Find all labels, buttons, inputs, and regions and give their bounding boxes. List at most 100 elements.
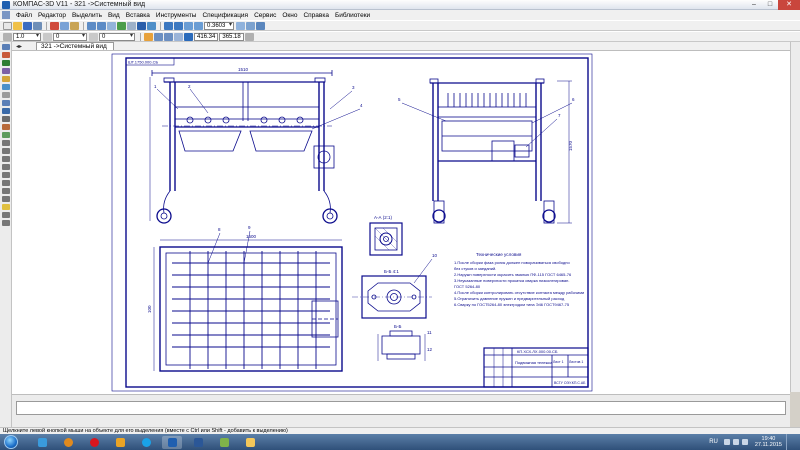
tech-line-7: 5.Ограничить давление пружин и предварит… xyxy=(454,296,565,301)
menu-window[interactable]: Окно xyxy=(279,12,300,19)
tray-flag-icon[interactable] xyxy=(723,439,730,445)
snaps-icon[interactable] xyxy=(174,32,183,41)
ortho-icon[interactable] xyxy=(164,32,173,41)
start-button-icon[interactable] xyxy=(4,435,18,449)
media-player-icon[interactable] xyxy=(58,436,78,449)
word-icon[interactable] xyxy=(188,436,208,449)
view-combo[interactable]: 0 xyxy=(99,32,135,41)
editing-icon[interactable] xyxy=(2,68,10,74)
document-menu-icon[interactable] xyxy=(2,11,10,19)
document-tab-bar: ◂▸ 321 ->Системный вид xyxy=(12,42,790,51)
plan-view xyxy=(153,239,343,372)
save-icon[interactable] xyxy=(23,21,32,30)
show-desktop-button[interactable] xyxy=(786,434,792,450)
callout-4: 4 xyxy=(360,103,363,108)
rectangle-icon[interactable] xyxy=(2,172,10,178)
line-icon[interactable] xyxy=(2,148,10,154)
language-indicator[interactable]: RU xyxy=(709,439,718,445)
outlook-icon[interactable] xyxy=(110,436,130,449)
paste-icon[interactable] xyxy=(70,21,79,30)
tab-document[interactable]: 321 ->Системный вид xyxy=(36,42,114,50)
maximize-icon[interactable]: □ xyxy=(762,0,778,10)
offset-icon[interactable] xyxy=(2,220,10,226)
drawing-sheet[interactable]: ШТ.1750.000.СБ 1510 1570 1500 100 А-А (2… xyxy=(12,51,790,394)
arc-icon[interactable] xyxy=(2,164,10,170)
zoom-previous-icon[interactable] xyxy=(194,21,203,30)
close-icon[interactable]: ✕ xyxy=(778,0,800,10)
zoom-combo[interactable]: 0.3603 xyxy=(204,21,234,30)
cut-icon[interactable] xyxy=(50,21,59,30)
menu-help[interactable]: Справка xyxy=(300,12,332,19)
fillet-icon[interactable] xyxy=(2,212,10,218)
geometry-icon[interactable] xyxy=(2,44,10,50)
menu-specification[interactable]: Спецификация xyxy=(199,12,251,19)
polyline-icon[interactable] xyxy=(2,180,10,186)
variables-icon[interactable] xyxy=(127,21,136,30)
menu-insert[interactable]: Вставка xyxy=(123,12,153,19)
callout-5: 5 xyxy=(398,97,401,102)
parametrization-icon[interactable] xyxy=(2,76,10,82)
associative-views-icon[interactable] xyxy=(2,100,10,106)
clock[interactable]: 19:40 27.11.2015 xyxy=(755,436,782,448)
system-tray: RU 19:40 27.11.2015 xyxy=(709,434,800,450)
point-icon[interactable] xyxy=(2,140,10,146)
explorer-icon[interactable] xyxy=(32,436,52,449)
tab-nav-icon[interactable]: ◂▸ xyxy=(16,43,22,50)
dim-plan-width: 1500 xyxy=(246,234,257,239)
layer-combo[interactable]: 0 xyxy=(53,32,87,41)
reports-icon[interactable] xyxy=(2,116,10,122)
tray-volume-icon[interactable] xyxy=(741,439,748,445)
library-icon[interactable] xyxy=(137,21,146,30)
menu-libraries[interactable]: Библиотеки xyxy=(332,12,373,19)
menu-editor[interactable]: Редактор xyxy=(35,12,69,19)
zoom-window-icon[interactable] xyxy=(184,21,193,30)
coord-y[interactable]: 365.18 xyxy=(219,32,244,41)
minimize-icon[interactable]: – xyxy=(746,0,762,10)
coord-icon[interactable] xyxy=(244,32,254,41)
callout-1: 1 xyxy=(154,84,157,89)
menu-service[interactable]: Сервис xyxy=(251,12,279,19)
menu-tools[interactable]: Инструменты xyxy=(153,12,200,19)
pan-icon[interactable] xyxy=(236,21,245,30)
dimensions-icon[interactable] xyxy=(2,52,10,58)
bezier-icon[interactable] xyxy=(2,188,10,194)
menu-view[interactable]: Вид xyxy=(105,12,123,19)
coord-x[interactable]: 416.34 xyxy=(194,32,219,41)
grid-icon[interactable] xyxy=(144,32,153,41)
menu-select[interactable]: Выделить xyxy=(69,12,105,19)
opera-icon[interactable] xyxy=(84,436,104,449)
paint-icon[interactable] xyxy=(214,436,234,449)
undo-icon[interactable] xyxy=(87,21,96,30)
zoom-in-icon[interactable] xyxy=(164,21,173,30)
folder-icon[interactable] xyxy=(240,436,260,449)
measure-icon[interactable] xyxy=(2,84,10,90)
new-file-icon[interactable] xyxy=(3,21,12,30)
refresh-icon[interactable] xyxy=(256,21,265,30)
drawing-canvas[interactable]: ШТ.1750.000.СБ 1510 1570 1500 100 А-А (2… xyxy=(12,51,790,394)
insert-icon[interactable] xyxy=(2,124,10,130)
menu-file[interactable]: Файл xyxy=(13,12,35,19)
copy-icon[interactable] xyxy=(60,21,69,30)
tree-icon[interactable] xyxy=(117,21,126,30)
select-icon[interactable] xyxy=(2,92,10,98)
redo-icon[interactable] xyxy=(97,21,106,30)
designations-icon[interactable] xyxy=(2,60,10,66)
properties-icon[interactable] xyxy=(107,21,116,30)
chamfer-icon[interactable] xyxy=(2,204,10,210)
tray-network-icon[interactable] xyxy=(732,439,739,445)
properties-strip[interactable] xyxy=(16,401,786,415)
macros-icon[interactable] xyxy=(2,132,10,138)
open-folder-icon[interactable] xyxy=(13,21,22,30)
local-cs-icon[interactable] xyxy=(154,32,163,41)
line-scale-icon xyxy=(3,32,12,41)
line-scale-combo[interactable]: 1.0 xyxy=(13,32,41,41)
help-icon[interactable] xyxy=(147,21,156,30)
kompas-icon[interactable] xyxy=(162,435,182,449)
skype-icon[interactable] xyxy=(136,436,156,449)
hatch-icon[interactable] xyxy=(2,196,10,202)
spec-icon[interactable] xyxy=(2,108,10,114)
circle-icon[interactable] xyxy=(2,156,10,162)
print-icon[interactable] xyxy=(33,21,42,30)
show-all-icon[interactable] xyxy=(246,21,255,30)
zoom-out-icon[interactable] xyxy=(174,21,183,30)
